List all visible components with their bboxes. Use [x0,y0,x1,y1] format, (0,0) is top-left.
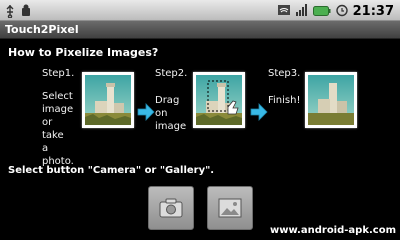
gallery-icon [218,198,242,218]
instructions-heading: How to Pixelize Images? [8,46,159,59]
pixelized-photo-icon [308,75,354,125]
lighthouse-photo-icon [85,75,131,125]
wifi-icon [277,2,291,21]
usb-icon [4,3,16,22]
app-titlebar: Touch2Pixel [0,21,400,39]
arrow-right-icon [137,103,155,121]
app-title: Touch2Pixel [5,23,79,36]
status-time: 21:37 [352,4,394,19]
step2-label: Step2. [155,68,188,79]
step2-photo [193,72,245,128]
arrow-right-icon [250,103,268,121]
step2-description: Drag on image [155,95,187,132]
camera-icon [159,198,183,218]
android-debug-icon [20,3,32,22]
step3-label: Step3. [268,68,301,79]
signal-icon [295,2,309,21]
watermark: www.android-apk.com [269,225,396,236]
battery-icon [312,2,331,21]
step1-description: Select image or take a photo. [42,91,74,167]
alarm-clock-icon [335,2,349,21]
lighthouse-photo-icon [196,75,242,125]
step1-label: Step1. [42,68,75,79]
gallery-button[interactable] [207,186,253,230]
status-bar: 21:37 [0,0,400,21]
select-prompt: Select button "Camera" or "Gallery". [8,165,215,176]
step3-photo [305,72,357,128]
step1-photo [82,72,134,128]
step3-description: Finish! [268,95,301,106]
camera-button[interactable] [148,186,194,230]
